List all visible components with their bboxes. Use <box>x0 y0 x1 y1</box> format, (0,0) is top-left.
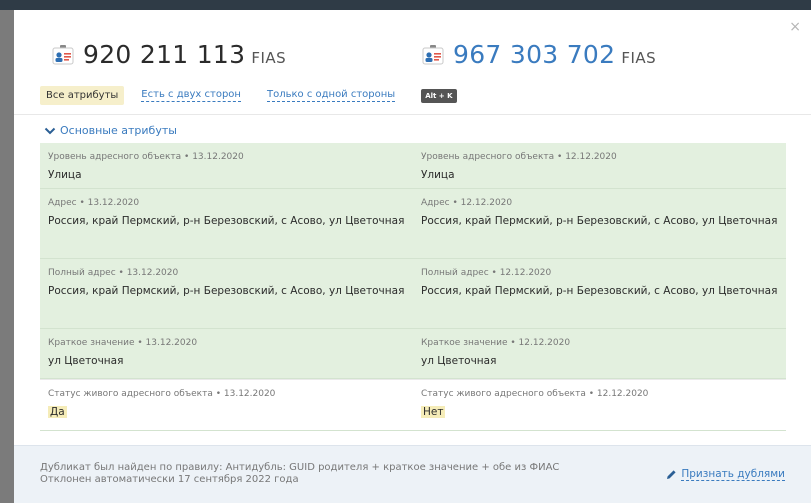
diff-highlight: Нет <box>421 406 446 418</box>
left-cell: Статус живого адресного объекта • 13.12.… <box>40 380 413 430</box>
right-record-source: FIAS <box>621 49 657 67</box>
attribute-value: Россия, край Пермский, р-н Березовский, … <box>48 285 405 297</box>
attribute-label: Полный адрес • 13.12.2020 <box>48 268 179 278</box>
attribute-value: Россия, край Пермский, р-н Березовский, … <box>421 285 778 297</box>
modal-header: 920 211 113 FIAS 967 303 702 FIAS <box>14 40 811 84</box>
left-record-source: FIAS <box>251 49 287 67</box>
table-row: Уровень адресного объекта • 13.12.2020 У… <box>40 143 786 189</box>
attribute-label: Статус живого адресного объекта • 12.12.… <box>421 389 649 399</box>
diff-highlight: Да <box>48 406 67 418</box>
chevron-down-icon <box>44 127 56 134</box>
right-cell: Полный адрес • 12.12.2020 Россия, край П… <box>413 259 786 328</box>
id-card-icon <box>52 44 74 65</box>
attribute-value: ул Цветочная <box>421 355 497 367</box>
filter-all-attributes[interactable]: Все атрибуты <box>40 86 125 105</box>
attribute-filters: Все атрибуты Есть с двух сторон Только с… <box>40 86 457 105</box>
id-card-icon <box>422 44 444 65</box>
right-record-title: 967 303 702 FIAS <box>422 40 656 69</box>
right-cell: Краткое значение • 12.12.2020 ул Цветочн… <box>413 329 786 378</box>
table-row: Полный адрес • 13.12.2020 Россия, край П… <box>40 259 786 329</box>
attribute-value: Улица <box>48 169 82 181</box>
left-cell: Уровень адресного объекта • 13.12.2020 У… <box>40 143 413 188</box>
filter-one-side[interactable]: Только с одной стороны <box>266 89 396 102</box>
left-cell: Краткое значение • 13.12.2020 ул Цветочн… <box>40 329 413 378</box>
table-row: Адрес • 13.12.2020 Россия, край Пермский… <box>40 189 786 259</box>
attribute-label: Краткое значение • 12.12.2020 <box>421 338 571 348</box>
attribute-value: ул Цветочная <box>48 355 124 367</box>
attribute-value: Россия, край Пермский, р-н Березовский, … <box>48 215 405 227</box>
table-row: Краткое значение • 13.12.2020 ул Цветочн… <box>40 329 786 379</box>
right-record-id-link[interactable]: 967 303 702 <box>453 40 615 69</box>
right-cell: Уровень адресного объекта • 12.12.2020 У… <box>413 143 786 188</box>
keyboard-shortcut-badge: Alt + K <box>421 88 457 103</box>
left-cell: Полный адрес • 13.12.2020 Россия, край П… <box>40 259 413 328</box>
mark-duplicates-label: Признать дублями <box>681 468 785 481</box>
left-record-title: 920 211 113 FIAS <box>52 40 286 69</box>
section-toggle-main-attributes[interactable]: Основные атрибуты <box>44 124 177 137</box>
attribute-value: Россия, край Пермский, р-н Березовский, … <box>421 215 778 227</box>
duplicate-info: Дубликат был найден по правилу: Антидубл… <box>40 462 559 486</box>
background-page <box>0 10 14 503</box>
table-row: Статус живого адресного объекта • 13.12.… <box>40 379 786 431</box>
attribute-value: Да <box>48 403 405 421</box>
divider <box>14 114 811 115</box>
attribute-label: Адрес • 12.12.2020 <box>421 198 513 208</box>
duplicate-rule-text: Дубликат был найден по правилу: Антидубл… <box>40 462 560 473</box>
compare-modal: × 920 211 113 FIAS 967 303 702 FIAS Все … <box>14 10 811 503</box>
attribute-label: Полный адрес • 12.12.2020 <box>421 268 552 278</box>
modal-footer: Дубликат был найден по правилу: Антидубл… <box>14 445 811 503</box>
left-record-id: 920 211 113 <box>83 40 246 69</box>
attribute-value: Нет <box>421 403 778 421</box>
attribute-label: Уровень адресного объекта • 12.12.2020 <box>421 152 617 162</box>
attribute-label: Краткое значение • 13.12.2020 <box>48 338 198 348</box>
background-top-bar <box>0 0 811 10</box>
section-title: Основные атрибуты <box>60 124 177 137</box>
attribute-label: Адрес • 13.12.2020 <box>48 198 140 208</box>
right-cell: Статус живого адресного объекта • 12.12.… <box>413 380 786 430</box>
filter-both-sides[interactable]: Есть с двух сторон <box>141 89 241 102</box>
attributes-table: Уровень адресного объекта • 13.12.2020 У… <box>40 143 786 431</box>
mark-duplicates-button[interactable]: Признать дублями <box>666 468 785 481</box>
attribute-label: Статус живого адресного объекта • 13.12.… <box>48 389 276 399</box>
rejection-status-text: Отклонен автоматически 17 сентября 2022 … <box>40 474 299 485</box>
attribute-label: Уровень адресного объекта • 13.12.2020 <box>48 152 244 162</box>
pencil-icon <box>667 470 676 479</box>
close-icon[interactable]: × <box>789 20 801 34</box>
attribute-value: Улица <box>421 169 455 181</box>
left-cell: Адрес • 13.12.2020 Россия, край Пермский… <box>40 189 413 258</box>
right-cell: Адрес • 12.12.2020 Россия, край Пермский… <box>413 189 786 258</box>
